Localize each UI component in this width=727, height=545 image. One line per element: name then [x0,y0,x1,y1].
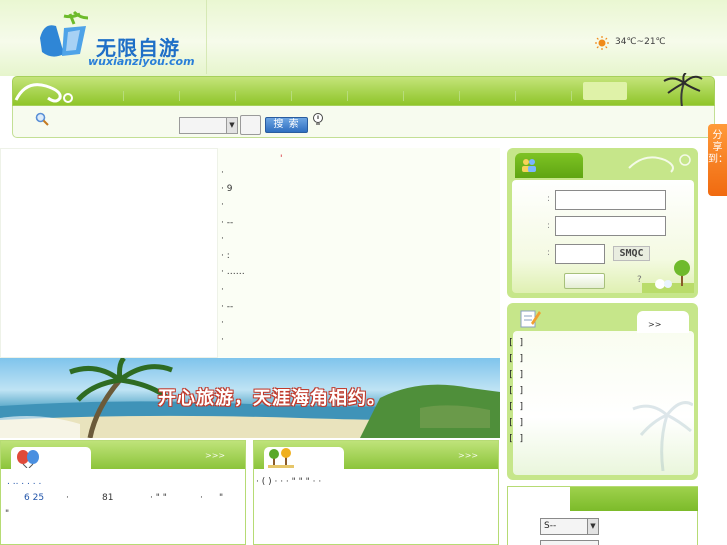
notice-tab[interactable] [637,311,689,333]
weather-temperature: 34℃~21℃ [615,37,666,47]
forgot-password-link[interactable]: ? [637,275,642,285]
username-label: : [547,194,551,204]
nav-separator [179,91,180,101]
notice-item[interactable]: [ ] [508,370,524,380]
notice-item[interactable]: [ ] [508,402,524,412]
logo-url: wuxianziyou.com [88,55,195,68]
travel-guide-line[interactable]: · ( ) · · · " " " · · [256,477,321,487]
balloon-icon [17,450,39,468]
travel-notes-dot: · [200,493,203,503]
news-item[interactable]: · [221,200,224,210]
banner-slogan: 开心旅游，天涯海角相约。 [158,388,386,409]
search-input[interactable] [240,115,261,135]
captcha-label: : [547,248,551,258]
nav-separator [235,91,236,101]
notice-list [513,331,694,475]
nav-separator [123,91,124,101]
nav-item-active[interactable] [583,82,627,100]
tree-icon [268,448,294,468]
hint-bulb-icon[interactable] [312,113,324,127]
sun-icon [595,36,609,50]
share-button[interactable]: 分享到： [708,124,727,196]
travel-notes-quote[interactable]: · " " [150,493,167,503]
news-item[interactable]: · [221,234,224,244]
travel-notes-line[interactable]: . .. . . . . [7,477,41,487]
chevron-down-icon[interactable]: ▼ [226,118,237,133]
users-icon [522,159,536,172]
news-item[interactable]: · [221,285,224,295]
nav-separator [459,91,460,101]
news-item[interactable]: · [221,335,224,345]
search-bar [12,106,715,138]
weather-query-header [570,487,698,511]
password-label: : [547,221,551,231]
notepad-pencil-icon [520,310,541,328]
travel-notes-date[interactable]: 6 25 [24,493,44,503]
swirl-decoration-icon [14,83,73,103]
swirl-decoration-icon [628,154,691,173]
travel-notes-count[interactable]: 81 [102,493,113,503]
notice-item[interactable]: [ ] [508,338,524,348]
travel-notes-dot: · [66,493,69,503]
notice-item[interactable]: [ ] [508,434,524,444]
notice-item[interactable]: [ ] [508,354,524,364]
news-list [218,148,500,358]
nav-separator [403,91,404,101]
travel-notes-more-link[interactable]: >>> [205,451,225,460]
news-item[interactable]: · 9 [221,184,232,194]
notice-item[interactable]: [ ] [508,386,524,396]
login-tab[interactable] [515,153,583,178]
notice-item[interactable]: [ ] [508,418,524,428]
feature-image-placeholder[interactable] [0,148,218,358]
news-item[interactable]: · -- [221,218,233,228]
news-item[interactable]: · …… [221,267,245,277]
palm-tree-icon [663,73,703,107]
tree-scene-icon [642,260,694,293]
travel-notes-quote[interactable]: " [5,509,9,519]
captcha-image[interactable]: SMQC [613,246,650,261]
travel-guide-more-link[interactable]: >>> [458,451,478,460]
nav-separator [571,91,572,101]
news-item[interactable]: · [221,168,224,178]
palm-watermark-icon [632,401,693,471]
district-select[interactable] [540,540,599,545]
news-item[interactable]: · -- [221,302,233,312]
chevron-down-icon[interactable]: ▼ [587,519,598,534]
news-item[interactable]: · : [221,251,230,261]
search-button-label: 搜 索 [273,119,300,130]
nav-separator [291,91,292,101]
username-input[interactable] [555,190,666,210]
news-item[interactable]: ' [280,154,282,164]
nav-separator [515,91,516,101]
search-button[interactable]: 搜 索 [265,117,308,133]
nav-separator [347,91,348,101]
header-divider [206,0,207,74]
search-icon [35,112,49,126]
news-item[interactable]: · [221,318,224,328]
password-input[interactable] [555,216,666,236]
travel-notes-quote[interactable]: " [219,493,223,503]
captcha-input[interactable] [555,244,605,264]
travel-guide-box: >>> [253,440,499,545]
notice-more-link[interactable]: >> [648,320,661,329]
login-button[interactable] [564,273,605,289]
